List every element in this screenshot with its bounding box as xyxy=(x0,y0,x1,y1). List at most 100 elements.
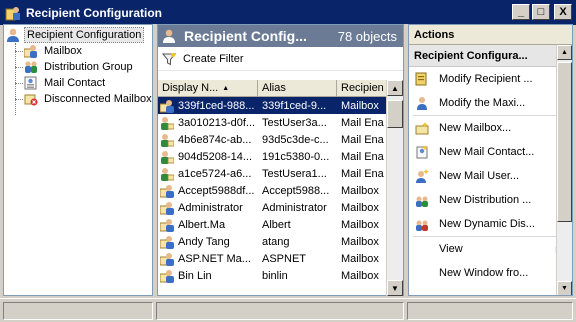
column-header-alias[interactable]: Alias xyxy=(258,80,337,96)
status-bar xyxy=(0,298,576,322)
cell-text: Mailbox xyxy=(341,184,379,197)
cell-text: Albert.Ma xyxy=(178,218,226,231)
cell-recipient-type: Mailbox xyxy=(337,100,387,112)
cell-recipient-type: Mailbox xyxy=(337,185,387,197)
cell-text: 339f1ced-9... xyxy=(262,99,327,112)
pane-header: Recipient Config... 78 objects xyxy=(158,25,403,47)
cell-text: Albert xyxy=(262,218,291,231)
cell-text: ASPNET xyxy=(262,252,307,265)
tree-item-mail-contact[interactable]: Mail Contact xyxy=(24,75,107,91)
action-label: New Mailbox... xyxy=(439,122,512,134)
table-row[interactable]: a1ce5724-a6... TestUsera1... Mail Ena xyxy=(158,165,387,182)
section-label: Recipient Configura... xyxy=(414,49,528,62)
disconnected-mailbox-icon xyxy=(24,92,38,106)
mail-user-icon xyxy=(160,167,175,181)
table-row[interactable]: 4b6e874c-ab... 93d5c3de-c... Mail Ena xyxy=(158,131,387,148)
new-distribution-icon xyxy=(415,193,429,207)
cell-alias: 339f1ced-9... xyxy=(258,100,337,112)
mailbox-icon xyxy=(23,44,38,58)
table-row[interactable]: 339f1ced-988... 339f1ced-9... Mailbox xyxy=(158,97,387,114)
table-row[interactable]: Andy Tang atang Mailbox xyxy=(158,233,387,250)
action-label: New Distribution ... xyxy=(439,194,532,206)
minimize-button[interactable]: _ xyxy=(512,4,530,20)
cell-text: 93d5c3de-c... xyxy=(262,133,329,146)
column-header-display-name[interactable]: Display N... ▲ xyxy=(158,80,258,96)
close-button[interactable]: X xyxy=(554,4,572,20)
action-modify-recipient[interactable]: Modify Recipient ... xyxy=(409,67,572,91)
scroll-up-arrow-icon[interactable]: ▲ xyxy=(387,80,403,96)
action-new-dynamic-dis[interactable]: New Dynamic Dis... xyxy=(409,212,572,236)
action-label: New Mail Contact... xyxy=(439,146,535,158)
scroll-up-arrow-icon[interactable]: ▲ xyxy=(557,45,572,60)
cell-text: Mailbox xyxy=(341,269,379,282)
new-mail-contact-icon xyxy=(415,145,429,159)
cell-display-name: Andy Tang xyxy=(158,235,258,249)
table-row[interactable]: 904d5208-14... 191c5380-0... Mail Ena xyxy=(158,148,387,165)
actions-section-recipient-configuration[interactable]: Recipient Configura... ▲ xyxy=(409,45,572,67)
status-cell xyxy=(3,301,153,320)
sort-ascending-icon: ▲ xyxy=(222,84,230,92)
create-filter-button[interactable]: Create Filter xyxy=(183,53,244,65)
table-row[interactable]: Administrator Administrator Mailbox xyxy=(158,199,387,216)
scroll-down-arrow-icon[interactable]: ▼ xyxy=(387,280,403,296)
table-row[interactable]: Accept5988df... Accept5988... Mailbox xyxy=(158,182,387,199)
action-modify-the-maxi[interactable]: Modify the Maxi... xyxy=(409,91,572,115)
cell-display-name: 339f1ced-988... xyxy=(158,99,258,113)
cell-display-name: Administrator xyxy=(158,201,258,215)
cell-text: Mail Ena xyxy=(341,133,384,146)
tree-connector xyxy=(15,51,23,52)
table-row[interactable]: Bin Lin binlin Mailbox xyxy=(158,267,387,284)
cell-display-name: ASP.NET Ma... xyxy=(158,252,258,266)
tree-item-label: Distribution Group xyxy=(44,61,133,73)
actions-list: Modify Recipient ... Modify the Maxi... Ne… xyxy=(409,67,572,285)
tree-connector xyxy=(15,67,23,68)
cell-text: Mail Ena xyxy=(341,116,384,129)
scroll-down-arrow-icon[interactable]: ▼ xyxy=(557,281,572,295)
mailbox-user-icon xyxy=(159,269,174,283)
tree-item-distribution-group[interactable]: Distribution Group xyxy=(24,59,135,75)
cell-alias: atang xyxy=(258,236,337,248)
maximize-button[interactable]: □ xyxy=(532,4,550,20)
action-label: Modify the Maxi... xyxy=(439,97,526,109)
mail-user-icon xyxy=(160,116,175,130)
cell-alias: ASPNET xyxy=(258,253,337,265)
object-count: 78 objects xyxy=(337,28,397,44)
mailbox-user-icon xyxy=(159,218,174,232)
actions-vertical-scrollbar[interactable]: ▲ ▼ xyxy=(556,45,572,295)
action-view[interactable]: View▶ xyxy=(409,237,572,261)
scroll-thumb[interactable] xyxy=(387,100,403,128)
tree-item-recipient-configuration[interactable]: Recipient Configuration xyxy=(6,27,145,43)
cell-text: Andy Tang xyxy=(178,235,230,248)
filter-icon xyxy=(161,52,177,66)
table-row[interactable]: Albert.Ma Albert Mailbox xyxy=(158,216,387,233)
filter-toolbar: Create Filter xyxy=(158,47,403,71)
cell-display-name: Bin Lin xyxy=(158,269,258,283)
tree-connector xyxy=(15,83,23,84)
table-row[interactable]: 3a010213-d0f... TestUser3a... Mail Ena xyxy=(158,114,387,131)
grid-vertical-scrollbar[interactable]: ▲ ▼ xyxy=(386,80,403,296)
exchange-app-icon xyxy=(5,5,21,21)
action-new-window-fro[interactable]: New Window fro... xyxy=(409,261,572,285)
modify-max-icon xyxy=(415,96,429,110)
status-cell xyxy=(407,301,573,320)
table-row[interactable]: ASP.NET Ma... ASPNET Mailbox xyxy=(158,250,387,267)
action-new-mailbox[interactable]: New Mailbox... xyxy=(409,116,572,140)
cell-text: ASP.NET Ma... xyxy=(178,252,251,265)
cell-display-name: 3a010213-d0f... xyxy=(158,116,258,130)
cell-text: Mailbox xyxy=(341,218,379,231)
action-label: View xyxy=(439,243,463,255)
pane-title: Recipient Config... xyxy=(184,28,307,44)
action-new-mail-user[interactable]: New Mail User... xyxy=(409,164,572,188)
cell-text: Mailbox xyxy=(341,252,379,265)
scroll-thumb[interactable] xyxy=(557,62,572,222)
action-new-mail-contact[interactable]: New Mail Contact... xyxy=(409,140,572,164)
tree-item-label: Mail Contact xyxy=(44,77,106,89)
action-new-distribution[interactable]: New Distribution ... xyxy=(409,188,572,212)
cell-recipient-type: Mailbox xyxy=(337,202,387,214)
tree-item-disconnected-mailbox[interactable]: Disconnected Mailbox xyxy=(24,91,154,107)
tree-item-mailbox[interactable]: Mailbox xyxy=(23,43,84,59)
cell-text: 4b6e874c-ab... xyxy=(178,133,252,146)
mailbox-user-icon xyxy=(159,99,174,113)
window-title: Recipient Configuration xyxy=(26,5,162,20)
column-header-recipient-type[interactable]: Recipien xyxy=(337,80,387,96)
